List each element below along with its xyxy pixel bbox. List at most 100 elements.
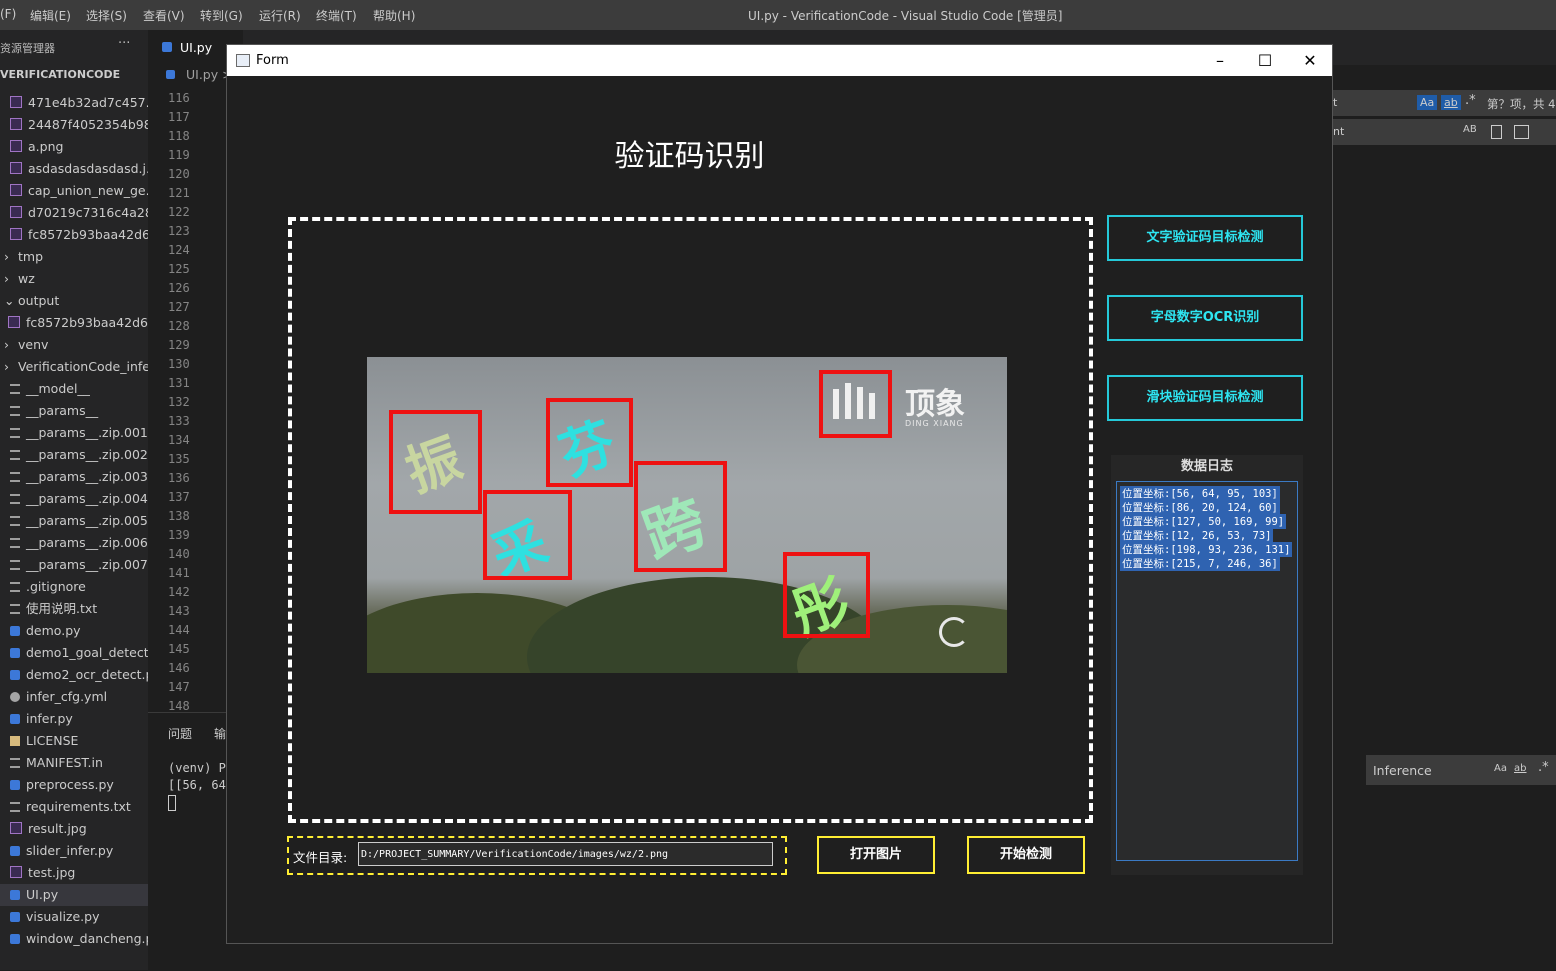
file-tree-item[interactable]: 使用说明.txt	[0, 598, 148, 620]
menu-run[interactable]: 运行(R)	[259, 7, 301, 24]
match-case-icon[interactable]: Aa	[1494, 763, 1507, 774]
menu-help[interactable]: 帮助(H)	[373, 7, 415, 24]
replace-widget[interactable]: nt AB	[1333, 119, 1556, 145]
menu-file[interactable]: (F)	[0, 7, 16, 21]
python-file-icon	[10, 890, 20, 900]
file-tree-item[interactable]: __params__.zip.002	[0, 444, 148, 466]
file-tree-item[interactable]: › tmp	[0, 246, 148, 268]
file-tree-item[interactable]: visualize.py	[0, 906, 148, 928]
file-tree-item[interactable]: demo1_goal_detect.py	[0, 642, 148, 664]
whole-word-icon[interactable]: ab	[1441, 95, 1461, 110]
tab-label: UI.py	[180, 40, 213, 55]
find-widget[interactable]: t Aa ab .* 第？项，共 4	[1333, 90, 1556, 116]
file-tree-item[interactable]: fc8572b93baa42d6...	[0, 224, 148, 246]
form-title-bar[interactable]: Form – ☐ ✕	[227, 45, 1332, 76]
file-tree-item[interactable]: › venv	[0, 334, 148, 356]
menu-goto[interactable]: 转到(G)	[200, 7, 243, 24]
file-tree-item[interactable]: result.jpg	[0, 818, 148, 840]
breadcrumb[interactable]: UI.py >	[162, 67, 233, 82]
start-detect-button[interactable]: 开始检测	[967, 836, 1085, 874]
data-log-textbox[interactable]: 位置坐标:[56, 64, 95, 103] 位置坐标:[86, 20, 124…	[1116, 481, 1298, 861]
maximize-icon[interactable]: ☐	[1242, 45, 1288, 76]
search-input[interactable]: Inference	[1373, 763, 1432, 778]
file-path-input[interactable]: D:/PROJECT_SUMMARY/VerificationCode/imag…	[358, 842, 773, 866]
image-file-icon	[10, 228, 22, 240]
file-tree-item[interactable]: ⌄ output	[0, 290, 148, 312]
find-input-text[interactable]: t	[1333, 96, 1337, 109]
whole-word-icon[interactable]: ab	[1514, 763, 1526, 774]
file-tree-item[interactable]: __model__	[0, 378, 148, 400]
python-file-icon	[166, 70, 175, 79]
file-tree-label: requirements.txt	[26, 799, 131, 814]
open-image-button[interactable]: 打开图片	[817, 836, 935, 874]
file-tree-item[interactable]: 471e4b32ad7c457...	[0, 92, 148, 114]
file-tree-item[interactable]: infer.py	[0, 708, 148, 730]
line-number: 126	[168, 281, 190, 295]
file-tree-item[interactable]: .gitignore	[0, 576, 148, 598]
tab-output[interactable]: 输	[214, 725, 226, 742]
file-path-label: 文件目录:	[293, 850, 348, 865]
file-tree-item[interactable]: LICENSE	[0, 730, 148, 752]
text-file-icon	[10, 604, 20, 614]
search-widget[interactable]: Inference Aa ab .*	[1366, 755, 1556, 785]
file-tree-item[interactable]: preprocess.py	[0, 774, 148, 796]
menu-terminal[interactable]: 终端(T)	[316, 7, 357, 24]
more-actions-icon[interactable]: ···	[118, 36, 130, 51]
yaml-file-icon	[10, 692, 20, 702]
file-tree-item[interactable]: __params__.zip.007	[0, 554, 148, 576]
replace-one-icon[interactable]	[1491, 125, 1502, 139]
text-file-icon	[10, 472, 20, 482]
menu-view[interactable]: 查看(V)	[143, 7, 185, 24]
minimize-icon[interactable]: –	[1197, 45, 1243, 76]
file-tree-item[interactable]: 24487f4052354b98...	[0, 114, 148, 136]
detection-box	[546, 398, 633, 487]
line-number: 127	[168, 300, 190, 314]
ocr-recognize-button[interactable]: 字母数字OCR识别	[1107, 295, 1303, 341]
file-tree-item[interactable]: a.png	[0, 136, 148, 158]
log-line: 位置坐标:[56, 64, 95, 103]	[1120, 486, 1280, 501]
file-tree-item[interactable]: __params__.zip.006	[0, 532, 148, 554]
tab-problems[interactable]: 问题	[168, 725, 192, 742]
file-tree-item[interactable]: asdasdasdasdasd.j...	[0, 158, 148, 180]
file-tree-item[interactable]: __params__.zip.003	[0, 466, 148, 488]
regex-icon[interactable]: .*	[1538, 760, 1549, 775]
menu-selection[interactable]: 选择(S)	[86, 7, 127, 24]
match-case-icon[interactable]: Aa	[1417, 95, 1438, 110]
workspace-root[interactable]: VERIFICATIONCODE	[0, 68, 120, 81]
captcha-image: 顶象 DING XIANG 振 采 芬 跨 彤	[367, 357, 1007, 673]
text-captcha-detect-button[interactable]: 文字验证码目标检测	[1107, 215, 1303, 261]
file-tree-item[interactable]: __params__.zip.001	[0, 422, 148, 444]
close-icon[interactable]: ✕	[1287, 45, 1333, 76]
file-tree-item[interactable]: demo.py	[0, 620, 148, 642]
file-tree-label: slider_infer.py	[26, 843, 114, 858]
file-tree-item[interactable]: __params__.zip.004	[0, 488, 148, 510]
line-number: 138	[168, 509, 190, 523]
file-tree-item[interactable]: UI.py	[0, 884, 148, 906]
file-tree-label: result.jpg	[28, 821, 87, 836]
replace-input-text[interactable]: nt	[1333, 125, 1344, 138]
file-tree-item[interactable]: fc8572b93baa42d68...	[0, 312, 148, 334]
file-tree-item[interactable]: d70219c7316c4a28...	[0, 202, 148, 224]
file-tree-item[interactable]: › VerificationCode_infer	[0, 356, 148, 378]
slider-captcha-detect-button[interactable]: 滑块验证码目标检测	[1107, 375, 1303, 421]
license-file-icon	[10, 736, 20, 746]
preserve-case-icon[interactable]: AB	[1463, 124, 1477, 135]
replace-all-icon[interactable]	[1514, 125, 1529, 139]
file-tree-item[interactable]: infer_cfg.yml	[0, 686, 148, 708]
file-tree-item[interactable]: cap_union_new_ge...	[0, 180, 148, 202]
file-tree-item[interactable]: demo2_ocr_detect.py	[0, 664, 148, 686]
menu-edit[interactable]: 编辑(E)	[30, 7, 71, 24]
line-number: 122	[168, 205, 190, 219]
file-tree-item[interactable]: test.jpg	[0, 862, 148, 884]
file-tree-item[interactable]: › wz	[0, 268, 148, 290]
file-tree-item[interactable]: slider_infer.py	[0, 840, 148, 862]
file-tree-item[interactable]: requirements.txt	[0, 796, 148, 818]
file-tree-item[interactable]: MANIFEST.in	[0, 752, 148, 774]
regex-icon[interactable]: .*	[1465, 93, 1476, 108]
data-log-title: 数据日志	[1180, 459, 1233, 474]
file-tree-item[interactable]: window_dancheng.py	[0, 928, 148, 950]
file-tree-label: demo2_ocr_detect.py	[26, 667, 148, 682]
file-tree-item[interactable]: __params__	[0, 400, 148, 422]
refresh-icon[interactable]	[939, 617, 969, 647]
file-tree-item[interactable]: __params__.zip.005	[0, 510, 148, 532]
